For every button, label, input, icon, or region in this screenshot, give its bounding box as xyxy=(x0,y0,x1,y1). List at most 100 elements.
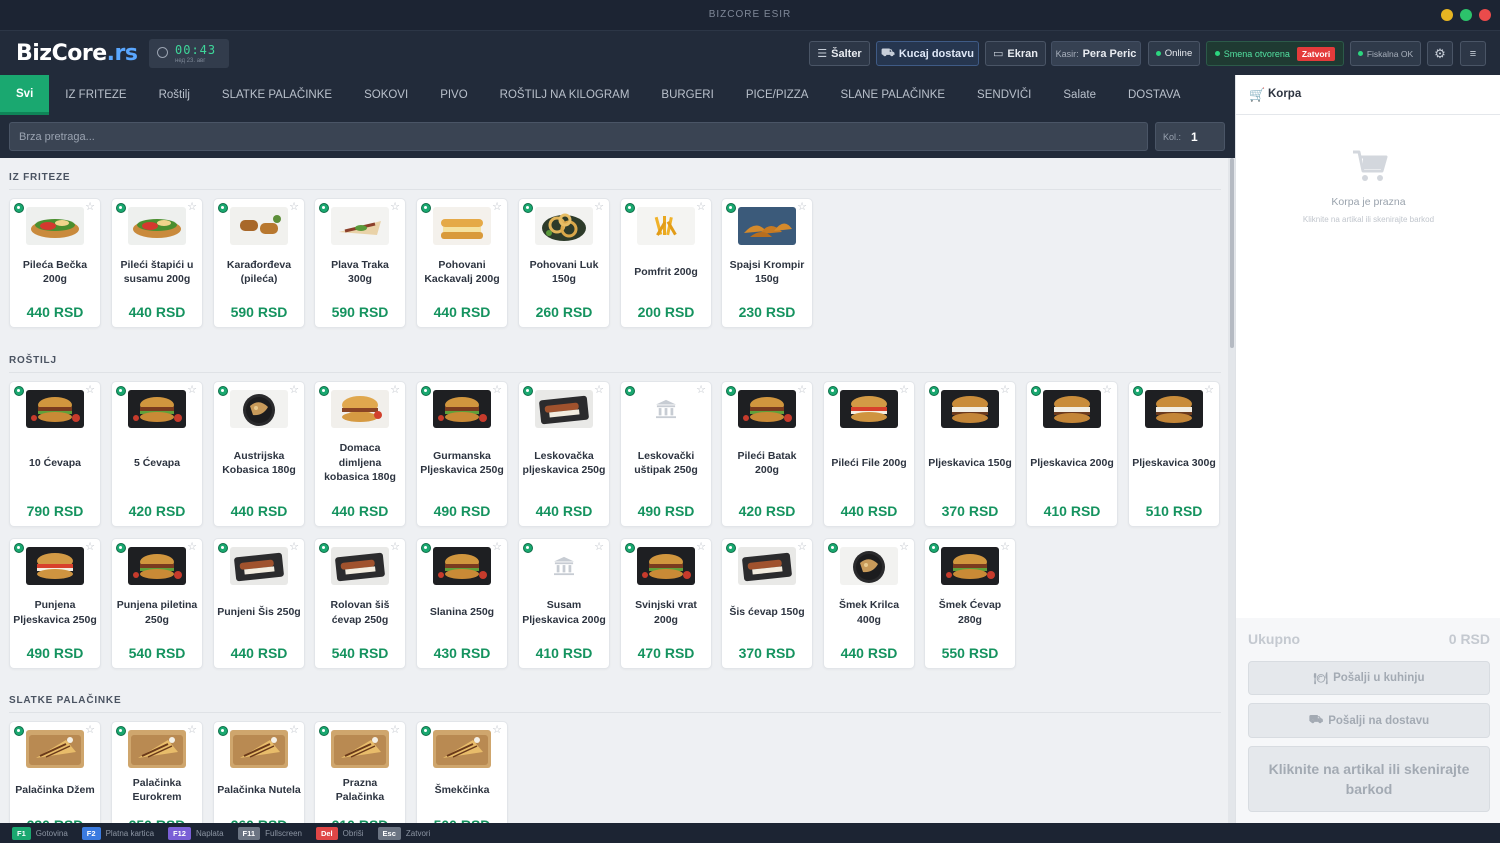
favorite-star-icon[interactable]: ☆ xyxy=(594,383,604,396)
favorite-star-icon[interactable]: ☆ xyxy=(289,200,299,213)
product-card[interactable]: ☆ Pileći štapići u susamu 200g 440 RSD xyxy=(111,198,203,328)
quantity-field[interactable]: Kol.: 1 xyxy=(1155,122,1225,151)
product-card[interactable]: ☆ Punjena piletina 250g 540 RSD xyxy=(111,538,203,669)
tab-category[interactable]: Svi xyxy=(0,75,50,115)
minimize-button[interactable] xyxy=(1441,9,1453,21)
scrollbar-thumb[interactable] xyxy=(1230,158,1234,348)
product-card[interactable]: ☆ Pileći File 200g 440 RSD xyxy=(823,381,915,527)
search-input[interactable] xyxy=(9,122,1148,151)
tab-category[interactable]: Roštilj xyxy=(143,75,206,115)
product-card[interactable]: ☆ Svinjski vrat 200g 470 RSD xyxy=(620,538,712,669)
tab-category[interactable]: PIVO xyxy=(424,75,483,115)
product-price: 420 RSD xyxy=(128,503,186,519)
favorite-star-icon[interactable]: ☆ xyxy=(899,383,909,396)
product-card[interactable]: ☆ Rolovan šiš ćevap 250g 540 RSD xyxy=(314,538,406,669)
favorite-star-icon[interactable]: ☆ xyxy=(85,200,95,213)
favorite-star-icon[interactable]: ☆ xyxy=(187,200,197,213)
product-card[interactable]: ☆Palačinka Nutela260 RSD xyxy=(213,721,305,823)
favorite-star-icon[interactable]: ☆ xyxy=(1000,383,1010,396)
favorite-star-icon[interactable]: ☆ xyxy=(289,540,299,553)
favorite-star-icon[interactable]: ☆ xyxy=(85,540,95,553)
product-card[interactable]: ☆ 5 Ćevapa 420 RSD xyxy=(111,381,203,527)
favorite-star-icon[interactable]: ☆ xyxy=(390,723,400,736)
favorite-star-icon[interactable]: ☆ xyxy=(899,540,909,553)
product-card[interactable]: ☆ 10 Ćevapa 790 RSD xyxy=(9,381,101,527)
tab-category[interactable]: IZ FRITEZE xyxy=(49,75,142,115)
tab-category[interactable]: SOKOVI xyxy=(348,75,424,115)
favorite-star-icon[interactable]: ☆ xyxy=(492,200,502,213)
tab-category[interactable]: SLATKE PALAČINKE xyxy=(206,75,348,115)
product-card[interactable]: ☆ Pljeskavica 200g 410 RSD xyxy=(1026,381,1118,527)
favorite-star-icon[interactable]: ☆ xyxy=(797,200,807,213)
product-card[interactable]: ☆ Šmek Ćevap 280g 550 RSD xyxy=(924,538,1016,669)
favorite-star-icon[interactable]: ☆ xyxy=(797,383,807,396)
product-card[interactable]: ☆ Austrijska Kobasica 180g 440 RSD xyxy=(213,381,305,527)
favorite-star-icon[interactable]: ☆ xyxy=(492,723,502,736)
tab-category[interactable]: SENDVIČI xyxy=(961,75,1047,115)
pay-button[interactable]: Kliknite na artikal ili skenirajte barko… xyxy=(1248,746,1490,812)
favorite-star-icon[interactable]: ☆ xyxy=(1102,383,1112,396)
send-to-delivery-button[interactable]: ⛟ Pošalji na dostavu xyxy=(1248,703,1490,738)
tab-category[interactable]: BURGERI xyxy=(645,75,729,115)
favorite-star-icon[interactable]: ☆ xyxy=(187,383,197,396)
favorite-star-icon[interactable]: ☆ xyxy=(696,540,706,553)
favorite-star-icon[interactable]: ☆ xyxy=(594,200,604,213)
delivery-button[interactable]: ⛟ Kucaj dostavu xyxy=(876,41,979,66)
favorite-star-icon[interactable]: ☆ xyxy=(594,540,604,553)
favorite-star-icon[interactable]: ☆ xyxy=(1000,540,1010,553)
tab-category[interactable]: PICE/PIZZA xyxy=(730,75,825,115)
favorite-star-icon[interactable]: ☆ xyxy=(289,723,299,736)
favorite-star-icon[interactable]: ☆ xyxy=(187,723,197,736)
product-card[interactable]: ☆ Leskovački uštipak 250g 490 RSD xyxy=(620,381,712,527)
settings-button[interactable]: ⚙ xyxy=(1427,41,1453,66)
send-to-kitchen-button[interactable]: 🍽 Pošalji u kuhinju xyxy=(1248,661,1490,695)
favorite-star-icon[interactable]: ☆ xyxy=(187,540,197,553)
product-card[interactable]: ☆ Pileći Batak 200g 420 RSD xyxy=(721,381,813,527)
product-card[interactable]: ☆ Susam Pljeskavica 200g 410 RSD xyxy=(518,538,610,669)
favorite-star-icon[interactable]: ☆ xyxy=(289,383,299,396)
favorite-star-icon[interactable]: ☆ xyxy=(492,540,502,553)
favorite-star-icon[interactable]: ☆ xyxy=(85,383,95,396)
product-card[interactable]: ☆ Gurmanska Pljeskavica 250g 490 RSD xyxy=(416,381,508,527)
favorite-star-icon[interactable]: ☆ xyxy=(85,723,95,736)
product-card[interactable]: ☆ Šmek Krilca 400g 440 RSD xyxy=(823,538,915,669)
product-card[interactable]: ☆ Pileća Bečka 200g 440 RSD xyxy=(9,198,101,328)
product-card[interactable]: ☆ Punjena Pljeskavica 250g 490 RSD xyxy=(9,538,101,669)
favorite-star-icon[interactable]: ☆ xyxy=(797,540,807,553)
favorite-star-icon[interactable]: ☆ xyxy=(390,383,400,396)
product-card[interactable]: ☆ Leskovačka pljeskavica 250g 440 RSD xyxy=(518,381,610,527)
maximize-button[interactable] xyxy=(1460,9,1472,21)
favorite-star-icon[interactable]: ☆ xyxy=(696,383,706,396)
tab-category[interactable]: DOSTAVA xyxy=(1112,75,1196,115)
product-card[interactable]: ☆ Domaca dimljena kobasica 180g 440 RSD xyxy=(314,381,406,527)
product-card[interactable]: ☆ Slanina 250g 430 RSD xyxy=(416,538,508,669)
product-card[interactable]: ☆ Plava Traka 300g 590 RSD xyxy=(314,198,406,328)
tab-category[interactable]: SLANE PALAČINKE xyxy=(824,75,961,115)
product-card[interactable]: ☆ Spajsi Krompir 150g 230 RSD xyxy=(721,198,813,328)
tab-category[interactable]: Salate xyxy=(1047,75,1112,115)
product-card[interactable]: ☆ Punjeni Šis 250g 440 RSD xyxy=(213,538,305,669)
product-card[interactable]: ☆ Pljeskavica 300g 510 RSD xyxy=(1128,381,1220,527)
product-card[interactable]: ☆ Karađorđeva (pileća) 590 RSD xyxy=(213,198,305,328)
salter-button[interactable]: ☰ Šalter xyxy=(809,41,870,66)
product-card[interactable]: ☆ Pomfrit 200g 200 RSD xyxy=(620,198,712,328)
product-card[interactable]: ☆Šmekčinka500 RSD xyxy=(416,721,508,823)
product-name: Pljeskavica 300g xyxy=(1132,456,1216,469)
favorite-star-icon[interactable]: ☆ xyxy=(390,540,400,553)
product-card[interactable]: ☆ Šis ćevap 150g 370 RSD xyxy=(721,538,813,669)
favorite-star-icon[interactable]: ☆ xyxy=(1204,383,1214,396)
product-card[interactable]: ☆ Pohovani Luk 150g 260 RSD xyxy=(518,198,610,328)
close-window-button[interactable] xyxy=(1479,9,1491,21)
favorite-star-icon[interactable]: ☆ xyxy=(492,383,502,396)
product-card[interactable]: ☆Prazna Palačinka210 RSD xyxy=(314,721,406,823)
tab-category[interactable]: ROŠTILJ NA KILOGRAM xyxy=(484,75,646,115)
product-card[interactable]: ☆Palačinka Džem230 RSD xyxy=(9,721,101,823)
product-card[interactable]: ☆ Pljeskavica 150g 370 RSD xyxy=(924,381,1016,527)
product-card[interactable]: ☆ Pohovani Kackavalj 200g 440 RSD xyxy=(416,198,508,328)
close-shift-button[interactable]: Zatvori xyxy=(1296,46,1336,61)
menu-button[interactable]: ≡ xyxy=(1460,41,1486,66)
favorite-star-icon[interactable]: ☆ xyxy=(390,200,400,213)
product-card[interactable]: ☆Palačinka Eurokrem250 RSD xyxy=(111,721,203,823)
favorite-star-icon[interactable]: ☆ xyxy=(696,200,706,213)
screen-button[interactable]: ▭ Ekran xyxy=(985,41,1046,66)
